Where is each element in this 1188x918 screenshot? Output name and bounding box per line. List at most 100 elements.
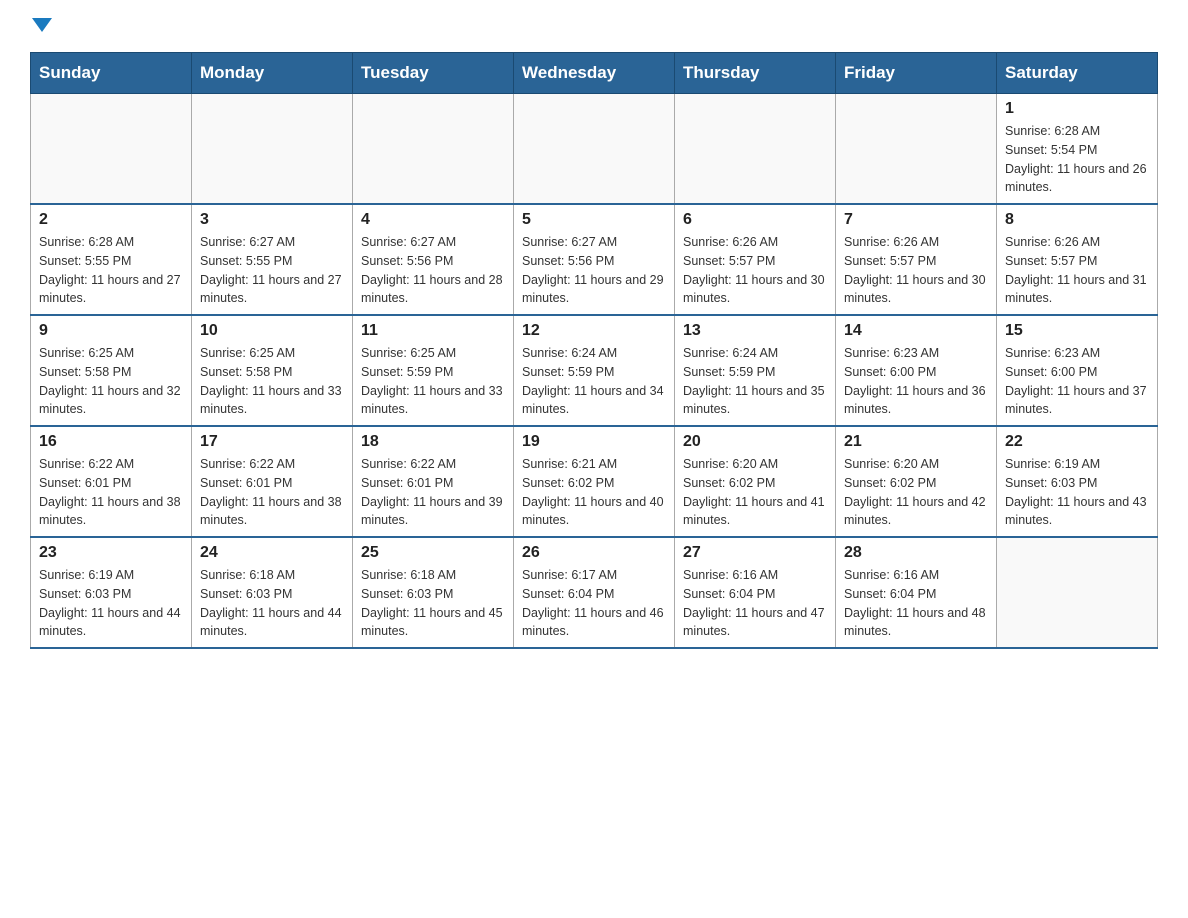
calendar-week-row: 1 Sunrise: 6:28 AM Sunset: 5:54 PM Daylig… [31, 94, 1158, 205]
day-info: Sunrise: 6:21 AM Sunset: 6:02 PM Dayligh… [522, 455, 666, 530]
day-info: Sunrise: 6:16 AM Sunset: 6:04 PM Dayligh… [683, 566, 827, 641]
calendar-cell: 5 Sunrise: 6:27 AM Sunset: 5:56 PM Daylig… [514, 204, 675, 315]
day-number: 23 [39, 544, 183, 562]
calendar-cell: 23 Sunrise: 6:19 AM Sunset: 6:03 PM Dayli… [31, 537, 192, 648]
calendar-cell: 19 Sunrise: 6:21 AM Sunset: 6:02 PM Dayli… [514, 426, 675, 537]
calendar-table: SundayMondayTuesdayWednesdayThursdayFrid… [30, 52, 1158, 649]
day-info: Sunrise: 6:20 AM Sunset: 6:02 PM Dayligh… [683, 455, 827, 530]
calendar-cell: 27 Sunrise: 6:16 AM Sunset: 6:04 PM Dayli… [675, 537, 836, 648]
calendar-cell: 12 Sunrise: 6:24 AM Sunset: 5:59 PM Dayli… [514, 315, 675, 426]
calendar-cell: 17 Sunrise: 6:22 AM Sunset: 6:01 PM Dayli… [192, 426, 353, 537]
day-info: Sunrise: 6:22 AM Sunset: 6:01 PM Dayligh… [39, 455, 183, 530]
calendar-cell: 7Sunrise: 6:26 AM Sunset: 5:57 PM Daylig… [836, 204, 997, 315]
day-info: Sunrise: 6:25 AM Sunset: 5:58 PM Dayligh… [200, 344, 344, 419]
day-number: 22 [1005, 433, 1149, 451]
day-info: Sunrise: 6:27 AM Sunset: 5:56 PM Dayligh… [361, 233, 505, 308]
calendar-cell [192, 94, 353, 205]
day-number: 12 [522, 322, 666, 340]
calendar-cell: 21Sunrise: 6:20 AM Sunset: 6:02 PM Dayli… [836, 426, 997, 537]
day-info: Sunrise: 6:19 AM Sunset: 6:03 PM Dayligh… [1005, 455, 1149, 530]
logo-triangle-icon [32, 18, 52, 32]
day-number: 4 [361, 211, 505, 229]
calendar-cell [675, 94, 836, 205]
calendar-cell: 22 Sunrise: 6:19 AM Sunset: 6:03 PM Dayli… [997, 426, 1158, 537]
day-number: 6 [683, 211, 827, 229]
day-number: 10 [200, 322, 344, 340]
day-info: Sunrise: 6:27 AM Sunset: 5:55 PM Dayligh… [200, 233, 344, 308]
calendar-cell: 20 Sunrise: 6:20 AM Sunset: 6:02 PM Dayli… [675, 426, 836, 537]
day-info: Sunrise: 6:18 AM Sunset: 6:03 PM Dayligh… [361, 566, 505, 641]
day-number: 9 [39, 322, 183, 340]
day-info: Sunrise: 6:19 AM Sunset: 6:03 PM Dayligh… [39, 566, 183, 641]
day-number: 3 [200, 211, 344, 229]
day-number: 18 [361, 433, 505, 451]
weekday-header-monday: Monday [192, 53, 353, 94]
calendar-cell: 14 Sunrise: 6:23 AM Sunset: 6:00 PM Dayli… [836, 315, 997, 426]
day-number: 11 [361, 322, 505, 340]
day-number: 21 [844, 433, 988, 451]
weekday-header-sunday: Sunday [31, 53, 192, 94]
day-info: Sunrise: 6:26 AM Sunset: 5:57 PM Dayligh… [683, 233, 827, 308]
day-number: 16 [39, 433, 183, 451]
day-info: Sunrise: 6:22 AM Sunset: 6:01 PM Dayligh… [200, 455, 344, 530]
day-number: 28 [844, 544, 988, 562]
day-info: Sunrise: 6:17 AM Sunset: 6:04 PM Dayligh… [522, 566, 666, 641]
calendar-cell: 1 Sunrise: 6:28 AM Sunset: 5:54 PM Daylig… [997, 94, 1158, 205]
calendar-week-row: 23 Sunrise: 6:19 AM Sunset: 6:03 PM Dayli… [31, 537, 1158, 648]
day-info: Sunrise: 6:27 AM Sunset: 5:56 PM Dayligh… [522, 233, 666, 308]
day-number: 27 [683, 544, 827, 562]
calendar-week-row: 16 Sunrise: 6:22 AM Sunset: 6:01 PM Dayli… [31, 426, 1158, 537]
page-header [30, 20, 1158, 32]
day-info: Sunrise: 6:23 AM Sunset: 6:00 PM Dayligh… [844, 344, 988, 419]
day-number: 24 [200, 544, 344, 562]
weekday-header-tuesday: Tuesday [353, 53, 514, 94]
calendar-cell: 18 Sunrise: 6:22 AM Sunset: 6:01 PM Dayli… [353, 426, 514, 537]
day-info: Sunrise: 6:23 AM Sunset: 6:00 PM Dayligh… [1005, 344, 1149, 419]
day-info: Sunrise: 6:18 AM Sunset: 6:03 PM Dayligh… [200, 566, 344, 641]
day-info: Sunrise: 6:28 AM Sunset: 5:55 PM Dayligh… [39, 233, 183, 308]
day-number: 17 [200, 433, 344, 451]
day-info: Sunrise: 6:24 AM Sunset: 5:59 PM Dayligh… [683, 344, 827, 419]
calendar-cell [353, 94, 514, 205]
calendar-cell: 6 Sunrise: 6:26 AM Sunset: 5:57 PM Daylig… [675, 204, 836, 315]
day-number: 1 [1005, 100, 1149, 118]
weekday-header-thursday: Thursday [675, 53, 836, 94]
calendar-cell [31, 94, 192, 205]
calendar-cell: 15 Sunrise: 6:23 AM Sunset: 6:00 PM Dayli… [997, 315, 1158, 426]
calendar-cell: 13Sunrise: 6:24 AM Sunset: 5:59 PM Dayli… [675, 315, 836, 426]
calendar-cell: 16 Sunrise: 6:22 AM Sunset: 6:01 PM Dayli… [31, 426, 192, 537]
day-info: Sunrise: 6:24 AM Sunset: 5:59 PM Dayligh… [522, 344, 666, 419]
day-number: 8 [1005, 211, 1149, 229]
day-info: Sunrise: 6:28 AM Sunset: 5:54 PM Dayligh… [1005, 122, 1149, 197]
calendar-cell: 25Sunrise: 6:18 AM Sunset: 6:03 PM Dayli… [353, 537, 514, 648]
day-info: Sunrise: 6:16 AM Sunset: 6:04 PM Dayligh… [844, 566, 988, 641]
calendar-cell: 4 Sunrise: 6:27 AM Sunset: 5:56 PM Daylig… [353, 204, 514, 315]
day-number: 5 [522, 211, 666, 229]
calendar-cell: 24 Sunrise: 6:18 AM Sunset: 6:03 PM Dayli… [192, 537, 353, 648]
calendar-cell: 3 Sunrise: 6:27 AM Sunset: 5:55 PM Daylig… [192, 204, 353, 315]
day-number: 15 [1005, 322, 1149, 340]
calendar-cell [997, 537, 1158, 648]
calendar-cell: 2 Sunrise: 6:28 AM Sunset: 5:55 PM Daylig… [31, 204, 192, 315]
day-info: Sunrise: 6:26 AM Sunset: 5:57 PM Dayligh… [1005, 233, 1149, 308]
calendar-week-row: 9 Sunrise: 6:25 AM Sunset: 5:58 PM Daylig… [31, 315, 1158, 426]
day-info: Sunrise: 6:25 AM Sunset: 5:59 PM Dayligh… [361, 344, 505, 419]
weekday-header-wednesday: Wednesday [514, 53, 675, 94]
calendar-header-row: SundayMondayTuesdayWednesdayThursdayFrid… [31, 53, 1158, 94]
calendar-week-row: 2 Sunrise: 6:28 AM Sunset: 5:55 PM Daylig… [31, 204, 1158, 315]
day-info: Sunrise: 6:22 AM Sunset: 6:01 PM Dayligh… [361, 455, 505, 530]
calendar-cell: 8 Sunrise: 6:26 AM Sunset: 5:57 PM Daylig… [997, 204, 1158, 315]
calendar-cell: 11 Sunrise: 6:25 AM Sunset: 5:59 PM Dayli… [353, 315, 514, 426]
day-number: 19 [522, 433, 666, 451]
calendar-cell: 9 Sunrise: 6:25 AM Sunset: 5:58 PM Daylig… [31, 315, 192, 426]
day-number: 26 [522, 544, 666, 562]
day-number: 14 [844, 322, 988, 340]
logo [30, 20, 52, 32]
day-number: 20 [683, 433, 827, 451]
day-info: Sunrise: 6:25 AM Sunset: 5:58 PM Dayligh… [39, 344, 183, 419]
calendar-cell: 10 Sunrise: 6:25 AM Sunset: 5:58 PM Dayli… [192, 315, 353, 426]
day-info: Sunrise: 6:26 AM Sunset: 5:57 PM Dayligh… [844, 233, 988, 308]
day-number: 2 [39, 211, 183, 229]
weekday-header-saturday: Saturday [997, 53, 1158, 94]
calendar-cell: 28 Sunrise: 6:16 AM Sunset: 6:04 PM Dayli… [836, 537, 997, 648]
